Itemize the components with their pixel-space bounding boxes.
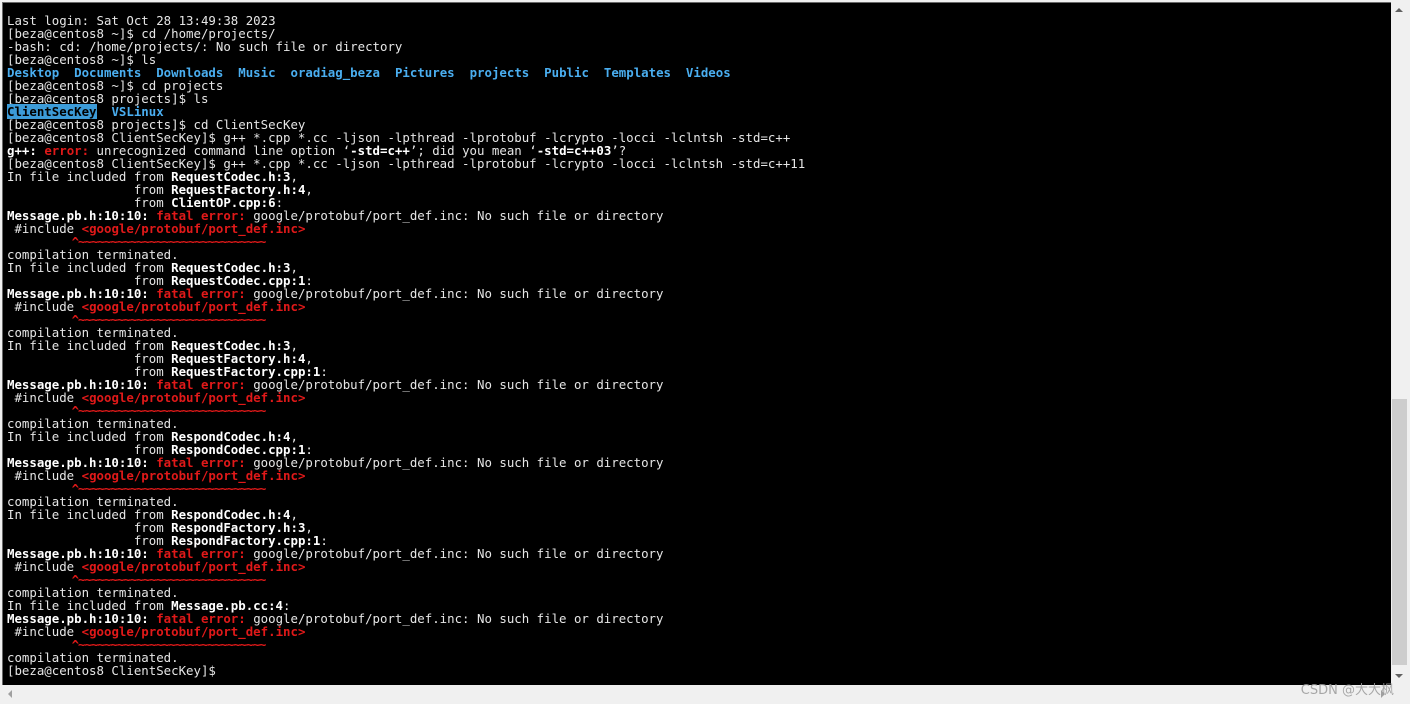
watermark: CSDN @大大枫 [1300,683,1394,698]
directory-entry: Public [544,65,589,80]
terminal-text: google/protobuf/port_def.inc: No such fi… [253,546,664,561]
terminal-lines: Last login: Sat Oct 28 13:49:38 2023 [bez… [7,14,805,677]
directory-entry: Pictures [394,65,455,80]
directory-entry: Templates [603,65,671,80]
directory-entry: oradiag_beza [290,65,381,80]
terminal-text: google/protobuf/port_def.inc: No such fi… [253,377,664,392]
terminal-output[interactable]: Last login: Sat Oct 28 13:49:38 2023 [bez… [2,2,1391,685]
directory-entry: projects [469,65,530,80]
terminal-text: google/protobuf/port_def.inc: No such fi… [253,208,664,223]
terminal-text: google/protobuf/port_def.inc: No such fi… [253,455,664,470]
arrow-up-icon [1395,8,1403,12]
scrollbar-track[interactable] [1391,19,1408,667]
vertical-scrollbar[interactable] [1391,2,1408,684]
terminal-line: [beza@centos8 ClientSecKey]$ [7,664,805,677]
terminal-text: [beza@centos8 ClientSecKey]$ [7,663,224,678]
scroll-left-button[interactable] [2,686,19,703]
horizontal-scrollbar[interactable] [2,686,1391,703]
scrollbar-thumb[interactable] [1392,399,1407,665]
directory-entry: Videos [685,65,731,80]
directory-entry: Music [238,65,276,80]
terminal-window: Last login: Sat Oct 28 13:49:38 2023 [bez… [0,0,1410,704]
arrow-left-icon [8,690,12,698]
terminal-text: google/protobuf/port_def.inc: No such fi… [253,286,664,301]
scroll-up-button[interactable] [1391,2,1408,19]
terminal-text: google/protobuf/port_def.inc: No such fi… [253,611,664,626]
terminal-text: , [305,182,313,197]
arrow-down-icon [1395,674,1403,678]
